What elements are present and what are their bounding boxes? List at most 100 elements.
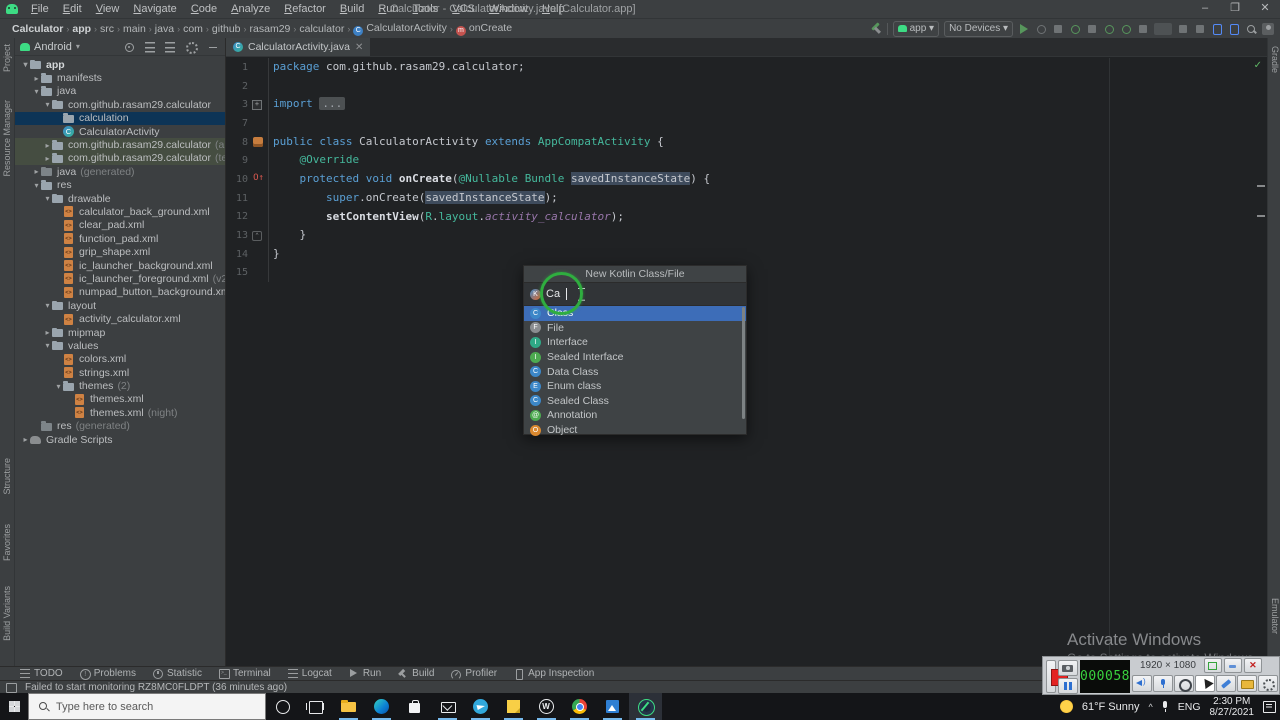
stop-icon[interactable]	[1137, 23, 1149, 35]
toolwindow-logcat[interactable]: Logcat	[287, 668, 332, 679]
run-config-dropdown[interactable]: app ▾	[892, 20, 940, 37]
toolwindow-run[interactable]: Run	[349, 668, 381, 679]
tool-tab-project[interactable]: Project	[2, 44, 12, 72]
output-folder-button[interactable]	[1237, 675, 1257, 692]
chevron-down-icon[interactable]: ▾	[43, 301, 52, 310]
weather-text[interactable]: 61°F Sunny	[1082, 701, 1140, 713]
tree-item-grip-shape-xml[interactable]: grip_shape.xml	[15, 245, 225, 258]
breadcrumb-item[interactable]: src	[98, 23, 116, 35]
menu-navigate[interactable]: Navigate	[126, 0, 183, 18]
fold-expand-icon[interactable]: +	[252, 100, 262, 111]
editor-tab-calculatoractivity[interactable]: C CalculatorActivity.java ✕	[226, 38, 371, 56]
tree-item-values[interactable]: ▾ values	[15, 339, 225, 352]
rerun-icon[interactable]	[1035, 23, 1047, 35]
task-view-button[interactable]	[299, 693, 332, 720]
cursor-capture-button[interactable]	[1195, 675, 1215, 692]
tool-tab-emulator[interactable]: Emulator	[1270, 598, 1280, 634]
chevron-right-icon[interactable]: ▸	[43, 141, 52, 150]
taskbar-app-edge[interactable]	[365, 693, 398, 720]
tab-close-icon[interactable]: ✕	[355, 42, 363, 53]
maximize-button[interactable]: ❐	[1220, 0, 1250, 18]
taskbar-app-sticky-notes[interactable]	[497, 693, 530, 720]
tree-item-themes-xml[interactable]: themes.xml	[15, 393, 225, 406]
close-button[interactable]: ✕	[1250, 0, 1280, 18]
tree-item-com-github-rasam29-calculator[interactable]: ▾ com.github.rasam29.calculator	[15, 98, 225, 111]
tree-item-gradle-scripts[interactable]: ▸ Gradle Scripts	[15, 433, 225, 446]
tree-item-layout[interactable]: ▾ layout	[15, 299, 225, 312]
project-view-selector[interactable]: Android	[34, 41, 72, 53]
toolwindow-problems[interactable]: Problems	[79, 668, 136, 680]
toolwindow-terminal[interactable]: Terminal	[218, 668, 271, 679]
microphone-icon[interactable]	[1153, 675, 1173, 692]
tree-item-calculation[interactable]: calculation	[15, 111, 225, 125]
profiler-icon[interactable]	[1103, 23, 1115, 35]
popup-item-sealed-class[interactable]: C Sealed Class	[524, 394, 746, 409]
popup-item-file[interactable]: F File	[524, 321, 746, 336]
tool-tab-gradle[interactable]: Gradle	[1270, 46, 1280, 73]
layout-inspector-icon[interactable]	[1177, 23, 1189, 35]
settings-gear-icon[interactable]	[185, 41, 198, 54]
attach-debugger-icon[interactable]	[1086, 23, 1098, 35]
coverage-icon[interactable]	[1052, 23, 1064, 35]
screenshot-button[interactable]	[1058, 660, 1079, 676]
device-selector-dropdown[interactable]: No Devices ▾	[944, 20, 1013, 37]
popup-item-data-class[interactable]: C Data Class	[524, 364, 746, 379]
menu-file[interactable]: File	[24, 0, 56, 18]
tree-item-mipmap[interactable]: ▸ mipmap	[15, 326, 225, 339]
breadcrumb-item[interactable]: github	[210, 23, 243, 35]
popup-item-interface[interactable]: I Interface	[524, 335, 746, 350]
chevron-right-icon[interactable]: ▸	[43, 328, 52, 337]
tree-item-activity-calculator-xml[interactable]: activity_calculator.xml	[15, 312, 225, 325]
tree-item-java[interactable]: ▸ java (generated)	[15, 165, 225, 178]
search-everywhere-icon[interactable]	[1245, 23, 1257, 35]
run-icon[interactable]	[1018, 23, 1030, 35]
breadcrumb-item[interactable]: main	[121, 23, 148, 35]
language-indicator[interactable]: ENG	[1178, 701, 1201, 713]
action-center-icon[interactable]	[1263, 700, 1276, 713]
taskbar-app-mail[interactable]	[431, 693, 464, 720]
taskbar-clock[interactable]: 2:30 PM 8/27/2021	[1210, 696, 1255, 718]
taskbar-app-chrome[interactable]	[563, 693, 596, 720]
tree-item-drawable[interactable]: ▾ drawable	[15, 192, 225, 205]
taskbar-app-store[interactable]	[398, 693, 431, 720]
tray-chevron-icon[interactable]: ^	[1149, 702, 1153, 712]
sdk-manager-icon[interactable]	[1228, 23, 1240, 35]
tree-item-manifests[interactable]: ▸ manifests	[15, 71, 225, 84]
menu-build[interactable]: Build	[333, 0, 371, 18]
toolwindow-todo[interactable]: TODO	[20, 668, 63, 679]
chevron-down-icon[interactable]: ▾	[32, 87, 41, 96]
tree-item-clear-pad-xml[interactable]: clear_pad.xml	[15, 219, 225, 232]
breadcrumb-item[interactable]: m onCreate	[454, 22, 514, 36]
chevron-down-icon[interactable]: ▾	[32, 181, 41, 190]
tree-item-strings-xml[interactable]: strings.xml	[15, 366, 225, 379]
chevron-down-icon[interactable]: ▾	[43, 341, 52, 350]
tree-item-res[interactable]: ▾ res	[15, 179, 225, 192]
cortana-button[interactable]	[266, 693, 299, 720]
tree-item-calculator-back-ground-xml[interactable]: calculator_back_ground.xml	[15, 205, 225, 218]
chevron-right-icon[interactable]: ▸	[21, 435, 30, 444]
tree-item-themes-xml[interactable]: themes.xml(night)	[15, 406, 225, 419]
tree-item-function-pad-xml[interactable]: function_pad.xml	[15, 232, 225, 245]
taskbar-app-photos[interactable]	[596, 693, 629, 720]
avd-manager-icon[interactable]	[1194, 23, 1206, 35]
chevron-right-icon[interactable]: ▸	[43, 154, 52, 163]
tool-tab-structure[interactable]: Structure	[2, 458, 12, 495]
toolwindow-app-inspection[interactable]: App Inspection	[514, 668, 594, 680]
override-marker-icon[interactable]: O↑	[253, 173, 264, 184]
recorder-minimize-button[interactable]	[1223, 658, 1242, 673]
menu-refactor[interactable]: Refactor	[277, 0, 333, 18]
chevron-right-icon[interactable]: ▸	[32, 74, 41, 83]
region-select-button[interactable]	[1203, 658, 1222, 673]
class-marker-icon[interactable]	[253, 136, 263, 147]
breadcrumb-item[interactable]: rasam29	[248, 23, 293, 35]
draw-pencil-button[interactable]	[1216, 675, 1236, 692]
popup-scrollbar[interactable]	[742, 307, 745, 419]
build-hammer-icon[interactable]	[870, 23, 882, 35]
hide-panel-icon[interactable]	[207, 41, 219, 53]
sync-project-icon[interactable]	[1154, 22, 1172, 35]
inspection-ok-icon[interactable]: ✓	[1254, 60, 1262, 71]
tree-item-res[interactable]: res (generated)	[15, 420, 225, 433]
breadcrumb-item[interactable]: calculator	[297, 23, 346, 35]
taskbar-app-file-explorer[interactable]	[332, 693, 365, 720]
tree-item-com-github-rasam29-calculator[interactable]: ▸ com.github.rasam29.calculator (androidTe…	[15, 138, 225, 152]
